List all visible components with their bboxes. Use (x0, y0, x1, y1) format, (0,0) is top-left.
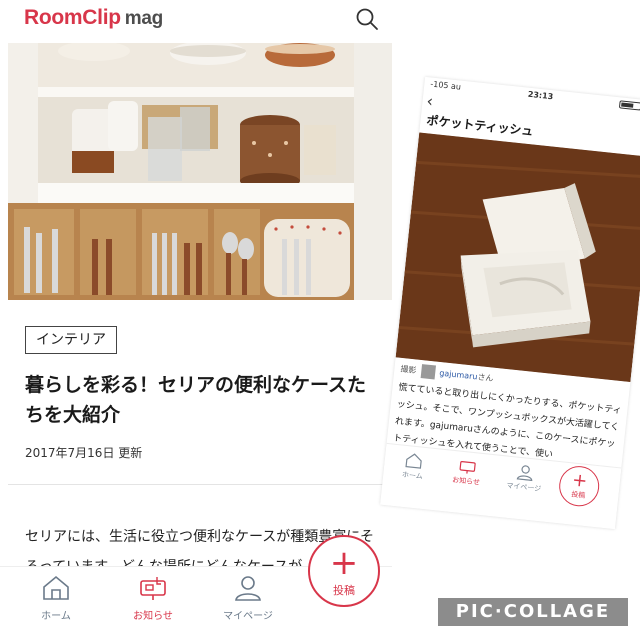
battery-icon (618, 100, 640, 111)
home-icon (43, 575, 69, 600)
screenshot-nav-mypage-label: マイページ (505, 481, 542, 494)
credit-suffix: さん (476, 372, 494, 384)
nav-notifications[interactable]: お知らせ (118, 575, 188, 622)
back-icon[interactable]: ‹ (426, 91, 434, 111)
post-button[interactable]: + 投稿 (308, 535, 380, 607)
nav-home-label: ホーム (41, 611, 71, 622)
status-time: 23:13 (527, 89, 554, 102)
app-logo[interactable]: RoomClip mag (24, 6, 163, 30)
home-icon (405, 453, 422, 469)
post-label: 投稿 (333, 584, 355, 597)
article-date: 2017年7月16日 更新 (25, 446, 143, 460)
search-icon[interactable] (354, 6, 380, 32)
article-hero-image[interactable] (8, 43, 392, 300)
nav-notifications-label: お知らせ (133, 611, 173, 622)
screenshot-nav-home[interactable]: ホーム (387, 450, 440, 483)
logo-main: RoomClip (24, 6, 121, 29)
collage-canvas: RoomClip mag インテリア 暮らしを彩る！セリアの便利なケースたちを大… (0, 0, 640, 640)
mailbox-icon (140, 577, 166, 600)
mailbox-icon (459, 461, 476, 474)
nav-mypage[interactable]: マイページ (213, 575, 283, 622)
top-bar: RoomClip mag (0, 0, 392, 40)
screenshot-nav-notifications[interactable]: お知らせ (441, 456, 494, 489)
screenshot-card: -105 au 23:13 ‹ ポケットティッシュ 撮影 gajumaruさん … (380, 76, 640, 530)
screenshot-nav-mypage[interactable]: マイページ (498, 462, 551, 495)
article-title: 暮らしを彩る！セリアの便利なケースたちを大紹介 (25, 374, 367, 426)
category-tag[interactable]: インテリア (25, 326, 117, 354)
screenshot-post-button[interactable]: + 投稿 (557, 464, 602, 509)
status-bar: -105 au 23:13 (424, 77, 640, 116)
nav-mypage-label: マイページ (223, 611, 273, 622)
logo-sub: mag (124, 8, 163, 29)
credit-prefix: 撮影 (399, 364, 417, 376)
avatar[interactable] (420, 364, 436, 380)
pic-collage-watermark: PIC·COLLAGE (438, 598, 628, 626)
plus-icon: + (329, 543, 359, 583)
tissue-case-image[interactable] (395, 132, 640, 382)
credit-user[interactable]: gajumaru (439, 368, 478, 381)
screenshot-nav-home-label: ホーム (401, 470, 424, 481)
screenshot-nav-notifications-label: お知らせ (451, 475, 481, 487)
person-icon (235, 576, 261, 601)
divider (8, 484, 392, 485)
status-carrier: -105 au (429, 79, 462, 92)
nav-home[interactable]: ホーム (21, 575, 91, 622)
person-icon (516, 465, 533, 482)
article-screen: RoomClip mag インテリア 暮らしを彩る！セリアの便利なケースたちを大… (0, 0, 392, 640)
